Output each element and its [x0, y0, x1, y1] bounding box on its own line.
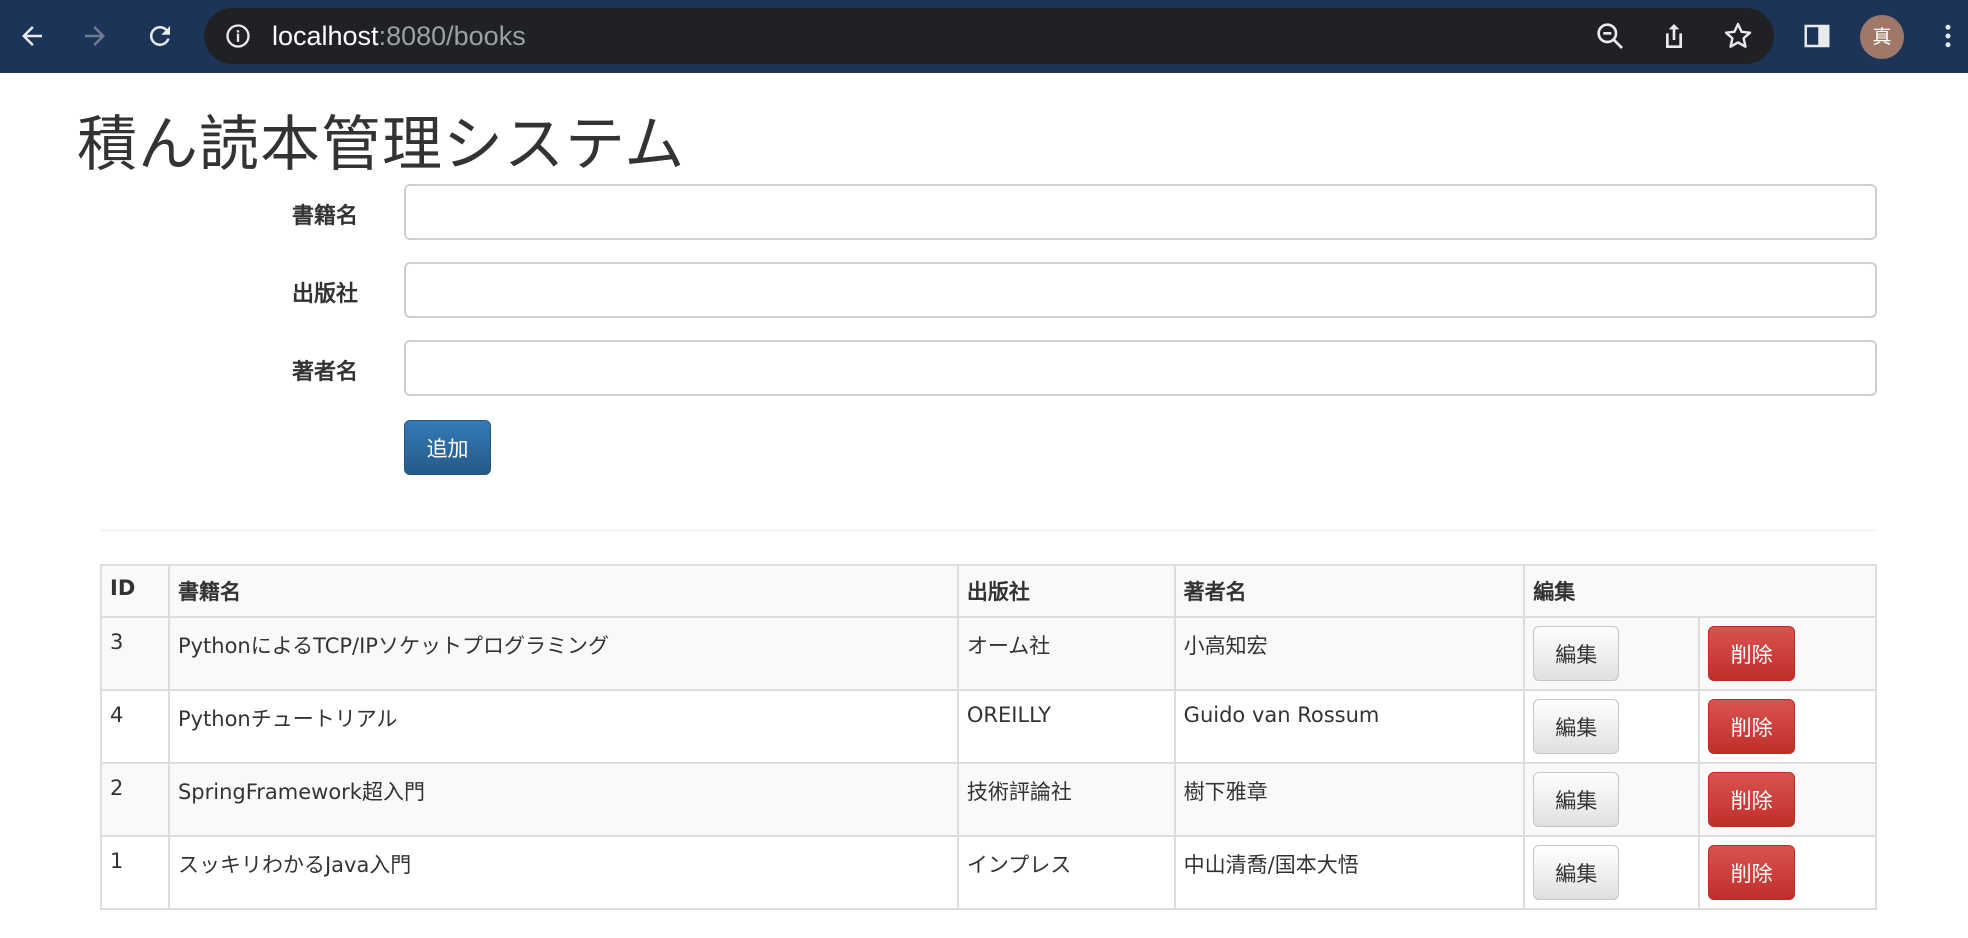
zoom-out-icon[interactable] [1594, 20, 1626, 52]
delete-cell: 削除 [1698, 616, 1877, 691]
books-table: ID 書籍名 出版社 著者名 編集 3 PythonによるTCP/IPソケットプ… [100, 564, 1877, 910]
table-row: 4 Pythonチュートリアル OREILLY Guido van Rossum… [100, 689, 1877, 764]
reload-icon[interactable] [140, 16, 180, 56]
edit-cell: 編集 [1523, 689, 1701, 764]
edit-button[interactable]: 編集 [1533, 845, 1620, 900]
cell-title: SpringFramework超入門 [167, 762, 959, 837]
delete-button[interactable]: 削除 [1708, 772, 1796, 827]
url-text: localhost:8080/books [272, 8, 526, 64]
divider [100, 530, 1877, 531]
header-edit: 編集 [1523, 564, 1877, 618]
edit-button[interactable]: 編集 [1533, 699, 1620, 754]
table-header-row: ID 書籍名 出版社 著者名 編集 [100, 564, 1877, 618]
title-input[interactable] [404, 184, 1877, 240]
delete-cell: 削除 [1698, 762, 1877, 837]
author-label: 著者名 [291, 360, 358, 385]
info-icon[interactable] [224, 22, 252, 50]
edit-cell: 編集 [1523, 616, 1701, 691]
side-panel-icon[interactable] [1797, 16, 1837, 56]
cell-author: Guido van Rossum [1173, 689, 1526, 764]
table-row: 1 スッキリわかるJava入門 インプレス 中山清喬/国本大悟 編集 削除 [100, 835, 1877, 910]
delete-button[interactable]: 削除 [1708, 626, 1796, 681]
cell-author: 小高知宏 [1173, 616, 1526, 691]
share-icon[interactable] [1658, 20, 1690, 52]
cell-title: スッキリわかるJava入門 [167, 835, 959, 910]
cell-publisher: オーム社 [956, 616, 1176, 691]
cell-id: 4 [100, 689, 170, 764]
cell-publisher: 技術評論社 [956, 762, 1176, 837]
cell-publisher: インプレス [956, 835, 1176, 910]
header-author: 著者名 [1173, 564, 1526, 618]
edit-button[interactable]: 編集 [1533, 772, 1620, 827]
header-id: ID [100, 564, 170, 618]
page-title: 積ん読本管理システム [77, 110, 686, 180]
cell-author: 中山清喬/国本大悟 [1173, 835, 1526, 910]
back-arrow-icon[interactable] [12, 16, 52, 56]
publisher-input[interactable] [404, 262, 1877, 318]
address-bar[interactable]: localhost:8080/books [204, 8, 1774, 64]
publisher-label: 出版社 [291, 282, 358, 307]
table-row: 3 PythonによるTCP/IPソケットプログラミング オーム社 小高知宏 編… [100, 616, 1877, 691]
delete-cell: 削除 [1698, 689, 1877, 764]
edit-button[interactable]: 編集 [1533, 626, 1620, 681]
edit-cell: 編集 [1523, 762, 1701, 837]
cell-id: 2 [100, 762, 170, 837]
profile-avatar[interactable]: 真 [1860, 15, 1904, 59]
delete-button[interactable]: 削除 [1708, 845, 1796, 900]
cell-title: Pythonチュートリアル [167, 689, 959, 764]
delete-button[interactable]: 削除 [1708, 699, 1796, 754]
header-publisher: 出版社 [956, 564, 1176, 618]
header-title: 書籍名 [167, 564, 959, 618]
cell-id: 1 [100, 835, 170, 910]
url-path: :8080/books [378, 21, 526, 51]
url-host: localhost [272, 21, 379, 51]
cell-id: 3 [100, 616, 170, 691]
bookmark-star-icon[interactable] [1722, 20, 1754, 52]
kebab-menu-icon[interactable] [1928, 16, 1968, 56]
browser-toolbar: localhost:8080/books 真 [0, 0, 1968, 73]
cell-author: 樹下雅章 [1173, 762, 1526, 837]
title-label: 書籍名 [291, 204, 358, 229]
add-button[interactable]: 追加 [404, 420, 491, 475]
edit-cell: 編集 [1523, 835, 1701, 910]
forward-arrow-icon[interactable] [75, 16, 115, 56]
cell-publisher: OREILLY [956, 689, 1176, 764]
author-input[interactable] [404, 340, 1877, 396]
table-row: 2 SpringFramework超入門 技術評論社 樹下雅章 編集 削除 [100, 762, 1877, 837]
cell-title: PythonによるTCP/IPソケットプログラミング [167, 616, 959, 691]
delete-cell: 削除 [1698, 835, 1877, 910]
